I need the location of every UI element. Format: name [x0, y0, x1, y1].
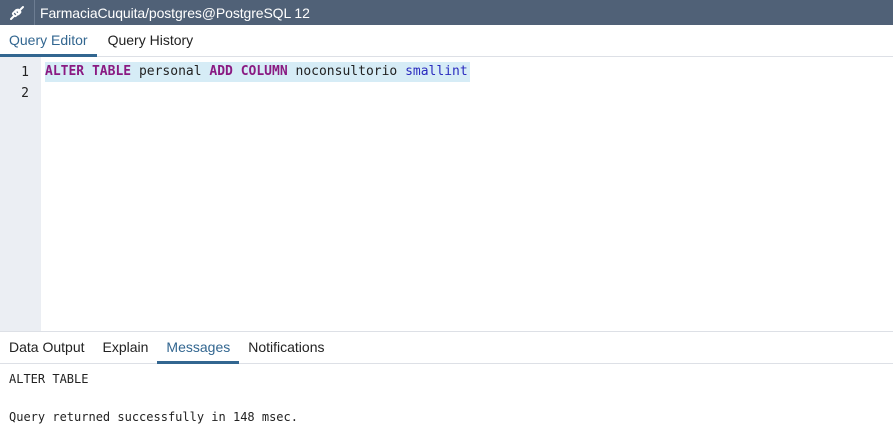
tab-notifications[interactable]: Notifications [239, 332, 333, 363]
line-number-gutter: 1 2 [0, 57, 41, 331]
sql-editor[interactable]: 1 2 ALTER TABLE personal ADD COLUMN noco… [0, 57, 893, 332]
tab-explain[interactable]: Explain [94, 332, 158, 363]
table-name: personal [138, 64, 202, 79]
data-type: smallint [405, 64, 468, 79]
keyword-add: ADD [209, 64, 233, 79]
tab-query-history[interactable]: Query History [99, 25, 203, 56]
server-connection-icon [0, 0, 35, 25]
editor-tabs: Query Editor Query History [0, 25, 893, 57]
tab-messages[interactable]: Messages [157, 332, 240, 364]
title-bar: FarmaciaCuquita/postgres@PostgreSQL 12 [0, 0, 893, 25]
keyword-table: TABLE [91, 64, 132, 79]
keyword-column: COLUMN [240, 64, 288, 79]
column-name: noconsultorio [295, 64, 398, 79]
message-line: ALTER TABLE [9, 372, 89, 386]
output-tabs: Data Output Explain Messages Notificatio… [0, 332, 893, 364]
keyword-alter: ALTER [45, 64, 85, 79]
code-area[interactable]: ALTER TABLE personal ADD COLUMN noconsul… [41, 57, 893, 331]
tab-query-editor[interactable]: Query Editor [0, 25, 97, 57]
line-number: 1 [21, 65, 29, 80]
message-line: Query returned successfully in 148 msec. [9, 410, 298, 424]
line-number: 2 [21, 86, 29, 101]
tab-data-output[interactable]: Data Output [0, 332, 94, 363]
connection-title: FarmaciaCuquita/postgres@PostgreSQL 12 [40, 4, 310, 21]
code-line[interactable]: ALTER TABLE personal ADD COLUMN noconsul… [45, 62, 470, 82]
